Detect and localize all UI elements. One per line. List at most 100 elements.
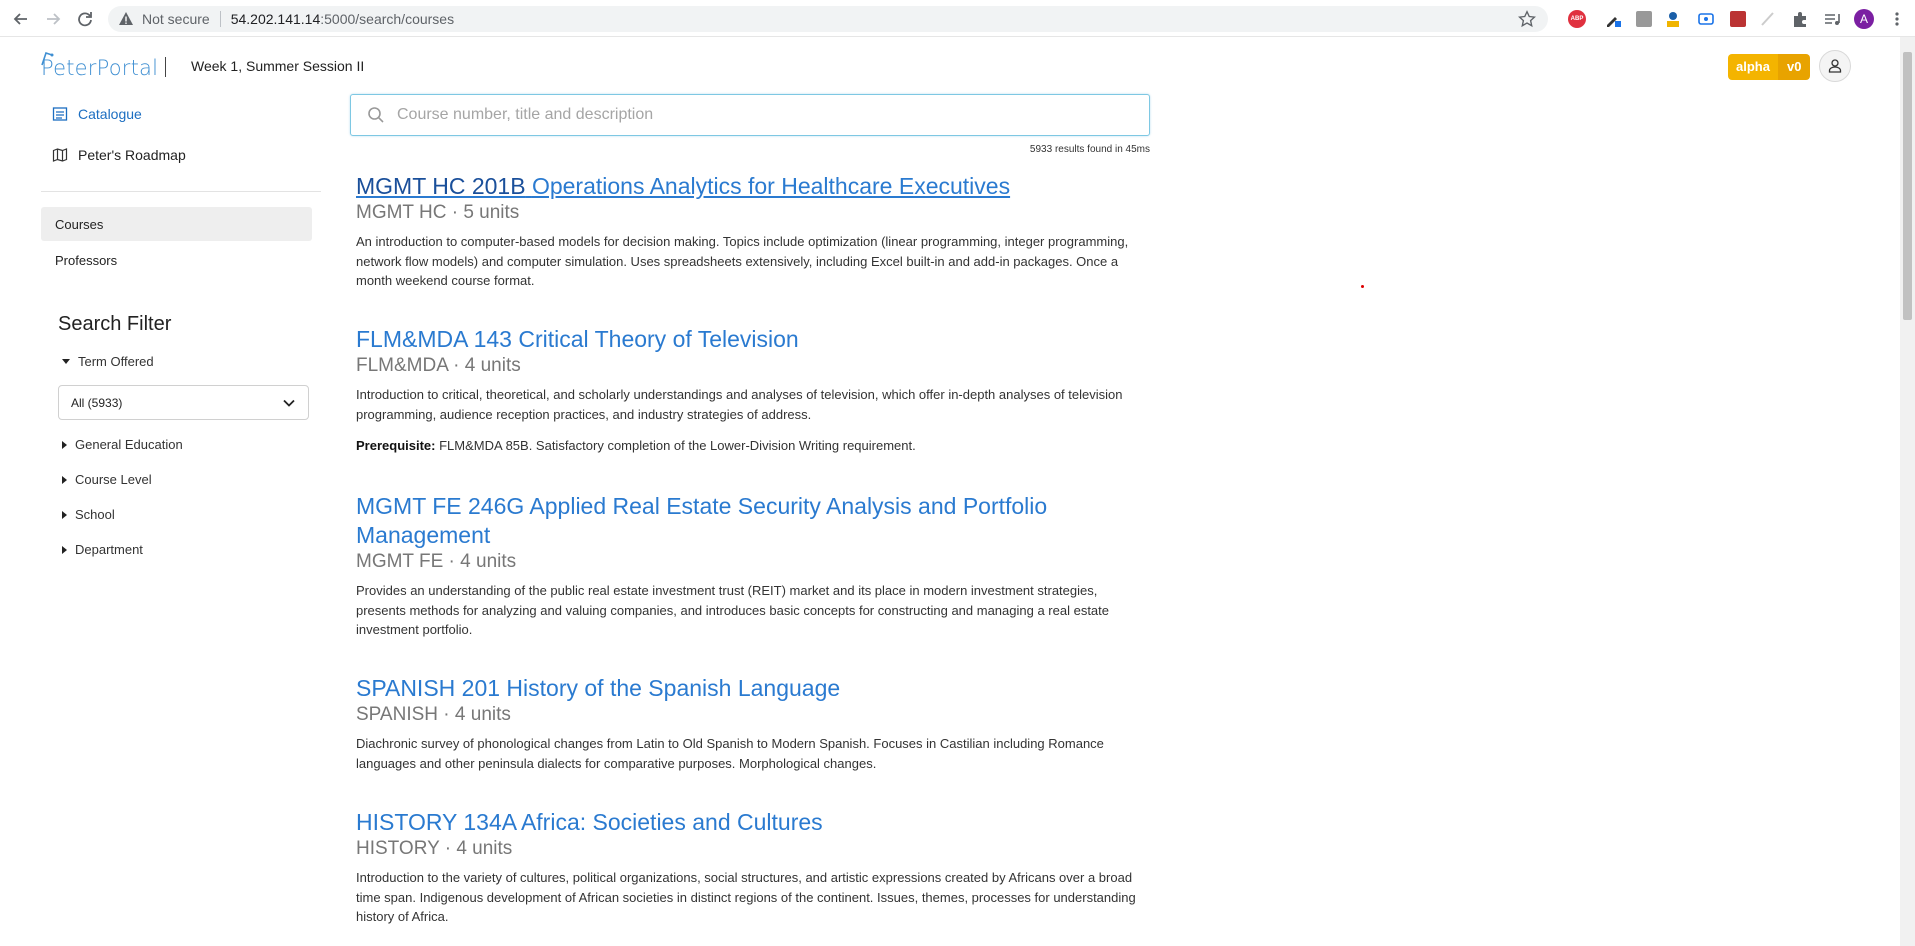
- course-title-link[interactable]: SPANISH 201 History of the Spanish Langu…: [356, 674, 1136, 703]
- course-title-link[interactable]: MGMT FE 246G Applied Real Estate Securit…: [356, 492, 1136, 550]
- filter-group-label: Course Level: [75, 472, 152, 487]
- course-description: Introduction to the variety of cultures,…: [356, 870, 1136, 924]
- chevron-down-icon: [283, 399, 295, 407]
- url-path: :5000/search/courses: [320, 11, 455, 27]
- filter-course-level[interactable]: Course Level: [62, 472, 152, 487]
- prerequisite-text: FLM&MDA 85B. Satisfactory completion of …: [439, 438, 916, 453]
- course-units: 4 units: [460, 551, 517, 572]
- course-code: MGMT FE 246G: [356, 493, 525, 519]
- course-result: MGMT FE 246G Applied Real Estate Securit…: [356, 492, 1136, 640]
- term-offered-select[interactable]: All (5933): [58, 385, 309, 420]
- translate-extension-icon[interactable]: [1634, 9, 1654, 29]
- back-icon[interactable]: [10, 8, 32, 30]
- adblock-extension-icon[interactable]: ABP: [1567, 9, 1587, 29]
- course-name: Operations Analytics for Healthcare Exec…: [531, 173, 1011, 199]
- courses-label: Courses: [55, 217, 104, 232]
- list-icon: [52, 107, 68, 121]
- sidebar-item-professors[interactable]: Professors: [41, 243, 312, 277]
- search-input[interactable]: [397, 106, 1097, 124]
- course-result: SPANISH 201 History of the Spanish Langu…: [356, 674, 1136, 773]
- app-header: PeterPortal Week 1, Summer Session II al…: [0, 37, 1900, 95]
- course-title-link[interactable]: MGMT HC 201B Operations Analytics for He…: [356, 172, 1136, 201]
- course-code: SPANISH 201: [356, 675, 501, 701]
- session-label: Week 1, Summer Session II: [191, 58, 365, 74]
- course-meta: SPANISH · 4 units: [356, 704, 511, 725]
- filter-school[interactable]: School: [62, 507, 115, 522]
- term-offered-label: Term Offered: [78, 354, 154, 369]
- course-units: 5 units: [463, 202, 520, 223]
- user-icon: [1828, 59, 1842, 73]
- bookmark-star-icon[interactable]: [1518, 10, 1536, 28]
- search-filter-title: Search Filter: [58, 313, 172, 335]
- red-extension-icon[interactable]: [1728, 9, 1748, 29]
- course-description: An introduction to computer-based models…: [356, 234, 1129, 288]
- media-queue-icon[interactable]: [1822, 9, 1842, 29]
- badge-alpha: alpha: [1728, 54, 1778, 80]
- course-name: Critical Theory of Television: [518, 326, 799, 352]
- course-code: FLM&MDA 143: [356, 326, 512, 352]
- pen-extension-icon[interactable]: [1603, 9, 1623, 29]
- course-dept: MGMT HC: [356, 202, 447, 223]
- course-meta: FLM&MDA · 4 units: [356, 355, 521, 376]
- not-secure-label: Not secure: [142, 11, 210, 27]
- browser-profile-avatar[interactable]: A: [1854, 9, 1874, 29]
- course-name: History of the Spanish Language: [506, 675, 841, 701]
- caret-right-icon: [62, 545, 67, 554]
- filter-group-label: General Education: [75, 437, 183, 452]
- course-units: 4 units: [456, 838, 513, 859]
- course-dept: FLM&MDA: [356, 355, 448, 376]
- sidebar-divider: [41, 191, 321, 192]
- course-title-link[interactable]: HISTORY 134A Africa: Societies and Cultu…: [356, 808, 1136, 837]
- course-code: MGMT HC 201B: [356, 173, 526, 199]
- sidebar-item-courses[interactable]: Courses: [41, 207, 312, 241]
- version-badge: alpha v0: [1728, 54, 1811, 80]
- caret-right-icon: [62, 440, 67, 449]
- sidebar: Catalogue Peter's Roadmap Courses Profes…: [0, 95, 330, 946]
- filter-group-label: School: [75, 507, 115, 522]
- professors-label: Professors: [55, 253, 118, 268]
- filter-department[interactable]: Department: [62, 542, 143, 557]
- scrollbar-thumb[interactable]: [1903, 52, 1912, 320]
- prerequisite-label: Prerequisite:: [356, 438, 436, 453]
- filter-general-education[interactable]: General Education: [62, 437, 183, 452]
- forward-icon[interactable]: [42, 8, 64, 30]
- catalogue-label: Catalogue: [78, 106, 142, 122]
- reload-icon[interactable]: [74, 8, 96, 30]
- address-bar[interactable]: Not secure 54.202.141.14:5000/search/cou…: [108, 6, 1548, 32]
- course-name: Africa: Societies and Cultures: [520, 809, 823, 835]
- feather-extension-icon[interactable]: [1758, 9, 1778, 29]
- user-profile-button[interactable]: [1819, 50, 1851, 82]
- map-icon: [52, 148, 68, 162]
- badge-version: v0: [1777, 54, 1811, 80]
- url-text: 54.202.141.14:5000/search/courses: [231, 11, 454, 27]
- course-meta: MGMT HC · 5 units: [356, 202, 520, 223]
- results-count: 5933 results found in 45ms: [1029, 144, 1150, 155]
- browser-profile-initial: A: [1854, 9, 1874, 29]
- course-units: 4 units: [454, 704, 511, 725]
- video-extension-icon[interactable]: [1696, 9, 1716, 29]
- course-dept: MGMT FE: [356, 551, 444, 572]
- abp-label: ABP: [1568, 10, 1586, 28]
- caret-down-icon: [62, 359, 70, 364]
- sidebar-item-roadmap[interactable]: Peter's Roadmap: [52, 147, 186, 163]
- course-description: Diachronic survey of phonological change…: [356, 736, 1104, 771]
- course-prerequisite: Prerequisite: FLM&MDA 85B. Satisfactory …: [356, 438, 1136, 453]
- course-result: MGMT HC 201B Operations Analytics for He…: [356, 172, 1136, 291]
- stray-dot: [1361, 285, 1364, 288]
- caret-right-icon: [62, 510, 67, 519]
- sidebar-item-catalogue[interactable]: Catalogue: [52, 106, 142, 122]
- puzzle-extensions-icon[interactable]: [1790, 9, 1810, 29]
- course-result: HISTORY 134A Africa: Societies and Cultu…: [356, 808, 1136, 927]
- peterportal-logo[interactable]: PeterPortal: [41, 51, 158, 81]
- course-dept: HISTORY: [356, 838, 440, 859]
- filter-term-offered[interactable]: Term Offered: [62, 354, 154, 369]
- course-description: Provides an understanding of the public …: [356, 583, 1110, 637]
- browser-menu-icon[interactable]: [1887, 9, 1907, 29]
- course-units: 4 units: [464, 355, 521, 376]
- course-dept: SPANISH: [356, 704, 439, 725]
- course-code: HISTORY 134A: [356, 809, 516, 835]
- roadmap-label: Peter's Roadmap: [78, 147, 186, 163]
- person-extension-icon[interactable]: [1663, 9, 1683, 29]
- course-title-link[interactable]: FLM&MDA 143 Critical Theory of Televisio…: [356, 325, 1136, 354]
- course-search-box[interactable]: [350, 94, 1150, 136]
